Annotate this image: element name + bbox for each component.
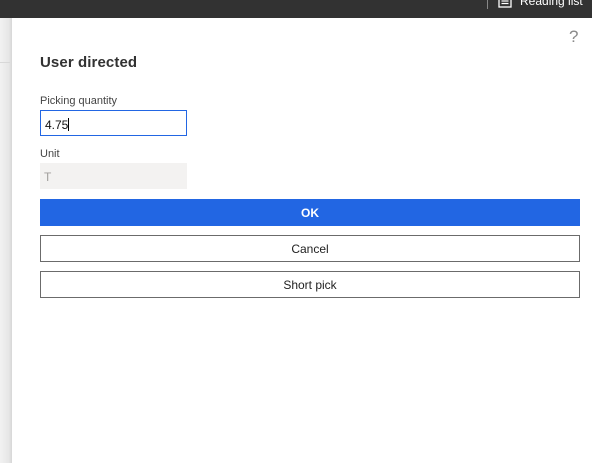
short-pick-button-label: Short pick: [283, 277, 337, 292]
browser-top-bar: Reading list: [0, 0, 592, 18]
unit-value: T: [44, 170, 52, 184]
reading-list-icon: [498, 0, 512, 8]
background-page-edge: [0, 18, 12, 463]
ok-button-label: OK: [301, 205, 319, 220]
help-icon[interactable]: ?: [569, 27, 578, 47]
background-divider: [0, 62, 10, 63]
unit-field: T: [40, 163, 187, 189]
ok-button[interactable]: OK: [40, 199, 580, 226]
reading-list-button[interactable]: Reading list: [498, 0, 583, 8]
picking-quantity-label: Picking quantity: [40, 95, 118, 107]
text-cursor: [68, 118, 70, 131]
toolbar-divider: [487, 0, 488, 9]
reading-list-label: Reading list: [520, 0, 583, 8]
picking-quantity-input[interactable]: 4.75: [40, 110, 187, 136]
cancel-button-label: Cancel: [291, 241, 329, 256]
dialog-title: User directed: [40, 54, 138, 71]
unit-label: Unit: [40, 148, 60, 160]
picking-quantity-value: 4.75: [45, 118, 69, 132]
cancel-button[interactable]: Cancel: [40, 235, 580, 262]
short-pick-button[interactable]: Short pick: [40, 271, 580, 298]
